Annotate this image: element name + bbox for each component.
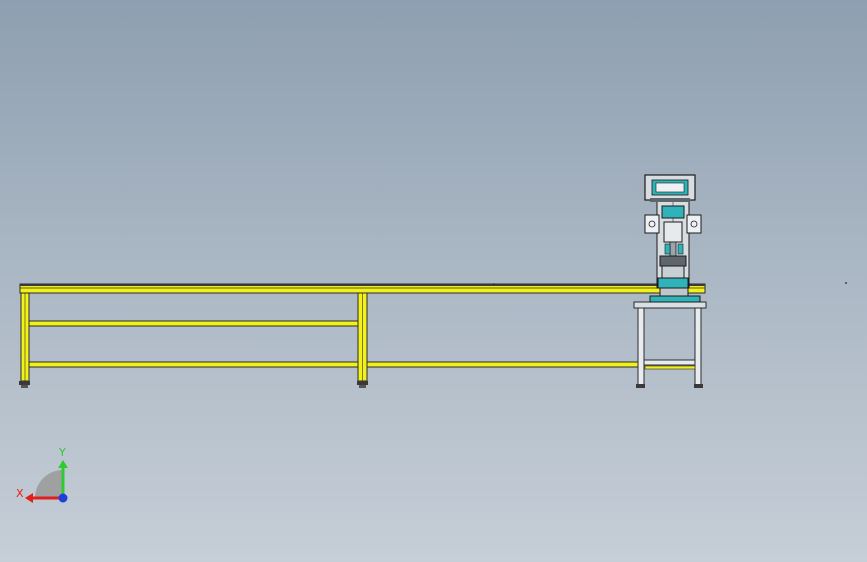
- press-die: [661, 265, 685, 279]
- gauge-dial-right: [677, 243, 684, 255]
- control-panel-inner: [655, 182, 685, 193]
- conveyor-frame[interactable]: [19, 283, 706, 388]
- rail-marker: [493, 283, 495, 285]
- machine-base-block: [659, 287, 689, 297]
- press-head: [659, 255, 687, 267]
- gauge-dial: [664, 243, 671, 255]
- press-fixture: [657, 277, 689, 289]
- z-axis-dot: [58, 493, 68, 503]
- graphics-viewport[interactable]: X Y: [0, 0, 867, 562]
- foot-middle: [357, 381, 368, 385]
- y-arrowhead: [58, 460, 68, 468]
- bracket-left: [644, 214, 660, 234]
- lower-crossbar: [27, 361, 641, 368]
- bracket-right: [686, 214, 702, 234]
- cylinder-upper: [661, 205, 685, 219]
- stand-crossbar: [643, 359, 696, 366]
- stand-leg-right: [694, 307, 702, 387]
- machine-base-plate: [649, 295, 701, 303]
- foot-middle-pad: [359, 385, 366, 388]
- orientation-triad[interactable]: X Y: [16, 446, 68, 503]
- stand-lower-rail: [644, 365, 696, 370]
- press-machine[interactable]: [644, 174, 702, 303]
- foot-left-pad: [21, 385, 28, 388]
- stand-leg-left: [637, 307, 645, 387]
- stray-point: [845, 282, 847, 284]
- left-upper-crossbar: [27, 320, 361, 327]
- machine-stand[interactable]: [633, 301, 707, 388]
- top-rail-cap: [20, 284, 705, 286]
- stand-foot-right: [694, 384, 703, 388]
- cylinder-mid: [663, 221, 683, 243]
- stand-top: [633, 301, 707, 309]
- x-axis-label: X: [16, 487, 24, 500]
- control-panel-base: [650, 198, 690, 202]
- stand-foot-left: [636, 384, 645, 388]
- foot-left: [19, 381, 30, 385]
- cylinder-rod: [669, 241, 677, 257]
- y-axis-label: Y: [58, 446, 66, 459]
- model-scene[interactable]: X Y: [0, 0, 867, 562]
- x-arrowhead: [25, 493, 33, 503]
- triad-plane: [35, 470, 63, 498]
